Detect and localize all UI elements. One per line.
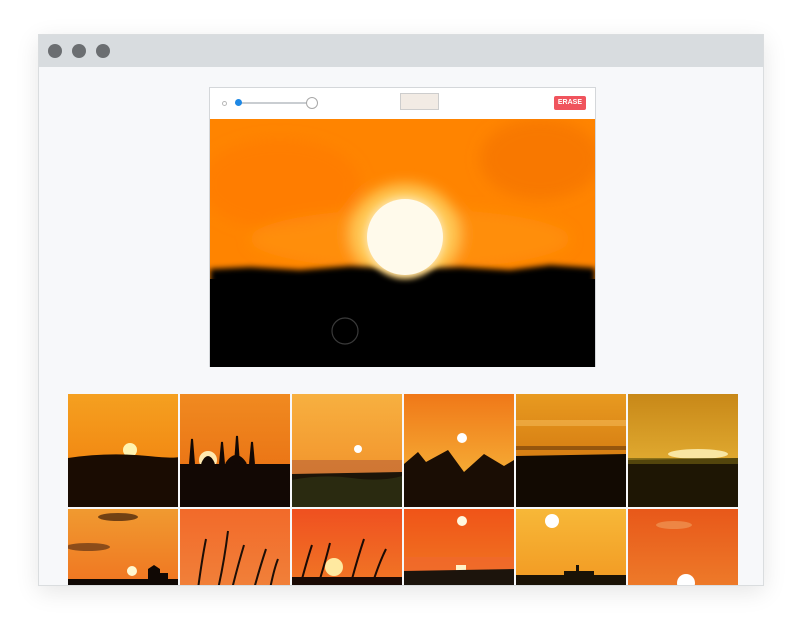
canvas-image [210,119,595,367]
gallery-thumbnail-sunset-mosque-silhouette[interactable] [180,394,290,507]
gallery-thumbnail-sunset-rock-peaks[interactable] [404,394,514,507]
gallery-thumbnail-sunset-big-sun-horizon[interactable] [628,509,738,585]
gallery-thumbnail-sunset-sun-over-hills[interactable] [68,394,178,507]
maximize-dot[interactable] [96,44,110,58]
gallery-thumbnail-sunset-clouds-horizon[interactable] [516,394,626,507]
image-gallery [68,394,738,585]
brush-size-max-icon [306,97,318,109]
brush-size-slider[interactable] [231,97,317,109]
erase-button[interactable]: ERASE [553,96,586,110]
browser-window: ERASE [38,34,764,586]
slider-thumb[interactable] [234,99,242,106]
gallery-thumbnail-sunset-golden-field[interactable] [628,394,738,507]
gallery-thumbnail-sunset-lighthouse[interactable] [516,509,626,585]
brush-size-min-icon [222,101,227,106]
gallery-thumbnail-sunset-clouds-town[interactable] [68,509,178,585]
slider-track [235,102,315,104]
drawing-canvas[interactable] [210,119,595,367]
drawing-editor: ERASE [209,87,596,367]
close-dot[interactable] [48,44,62,58]
editor-toolbar: ERASE [210,88,595,119]
brush-color-swatch[interactable] [400,93,439,110]
minimize-dot[interactable] [72,44,86,58]
window-titlebar [39,35,763,67]
gallery-thumbnail-sunset-over-sea-haze[interactable] [292,394,402,507]
gallery-thumbnail-sunset-grass-sun[interactable] [292,509,402,585]
gallery-thumbnail-sunset-sea-reflection[interactable] [404,509,514,585]
gallery-thumbnail-sunset-grass-orange[interactable] [180,509,290,585]
